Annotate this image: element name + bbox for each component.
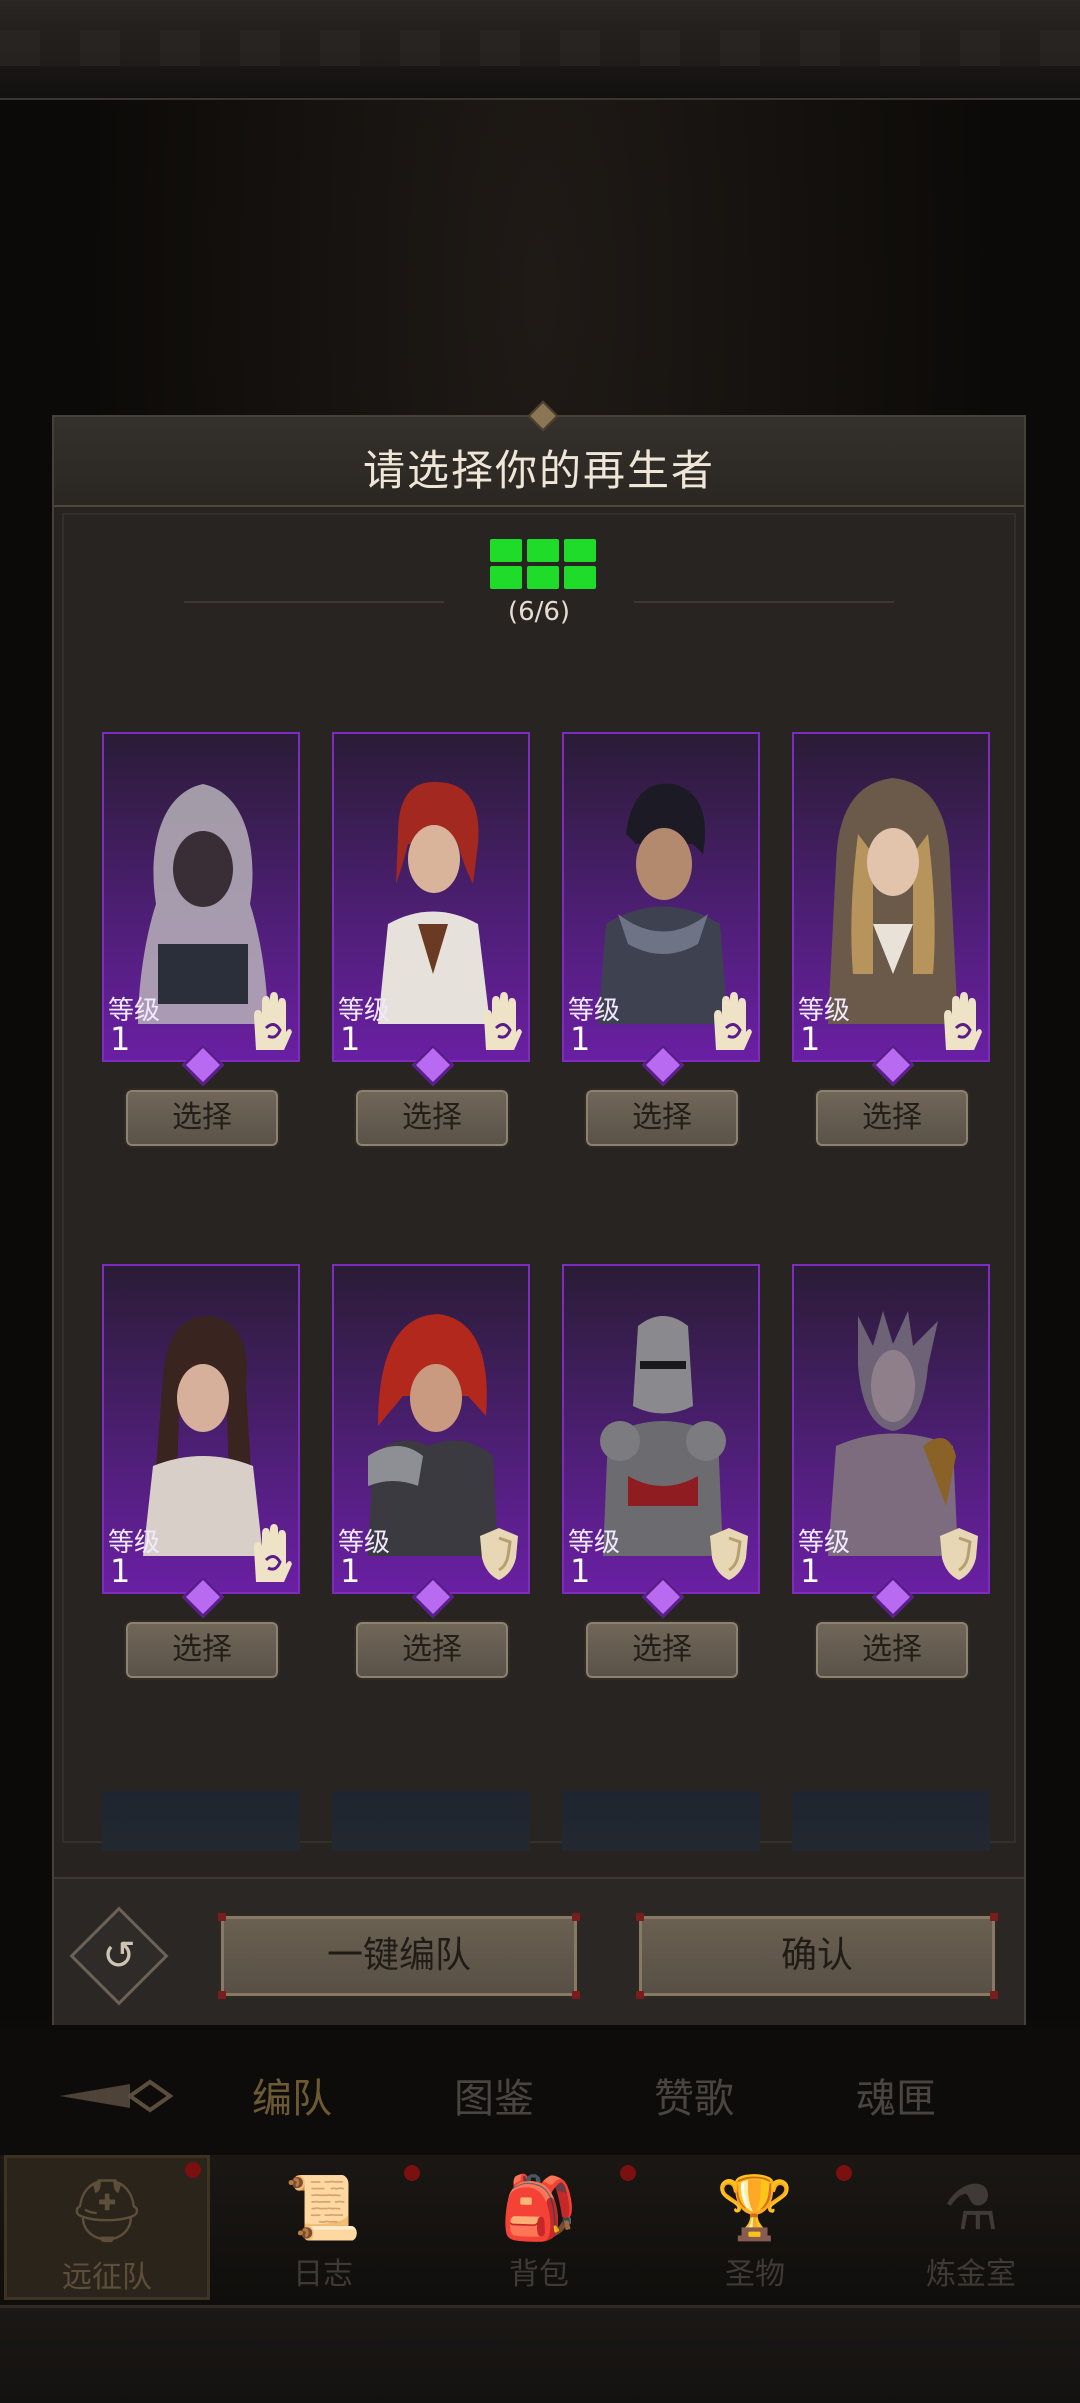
slot-filled: [527, 566, 559, 589]
corner-ornament: [572, 1913, 580, 1921]
select-button[interactable]: 选择: [124, 1088, 280, 1148]
corner-ornament: [636, 1913, 644, 1921]
nav-journal: 📜 日志: [220, 2155, 426, 2300]
select-button[interactable]: 选择: [584, 1620, 740, 1680]
hero-portrait[interactable]: 等级 1: [102, 1264, 300, 1594]
nav-backpack: 🎒 背包: [436, 2155, 642, 2300]
hand-icon: [484, 992, 522, 1050]
hero-card[interactable]: 等级 1 选择: [562, 732, 760, 1148]
hero-card-partial: [332, 1791, 530, 1851]
slot-filled: [490, 566, 522, 589]
hero-row-partial: [54, 1791, 1004, 1851]
viking-helmet-icon: ⛑: [67, 2174, 147, 2247]
notification-dot: [620, 2165, 636, 2181]
modal-footer: ↺ 一键编队 确认: [54, 1877, 1024, 2025]
corner-ornament: [636, 1991, 644, 1999]
bottom-nav: ⛑ 远征队 📜 日志 🎒 背包 🏆 圣物 ⚗ 炼金室: [0, 2155, 1080, 2305]
tab-hymn: 赞歌: [654, 2076, 734, 2122]
scroll-icon: 📜: [284, 2171, 362, 2244]
tab-soul-box: 魂匣: [856, 2076, 936, 2122]
hero-card[interactable]: 等级 1 选择: [102, 732, 300, 1148]
corner-ornament: [218, 1991, 226, 1999]
backpack-icon: 🎒: [500, 2171, 578, 2244]
chalice-icon: 🏆: [716, 2171, 794, 2244]
hero-card[interactable]: 等级 1 选择: [792, 732, 990, 1148]
hero-card[interactable]: 等级 1 选择: [562, 1264, 760, 1680]
reset-button[interactable]: ↺: [69, 1906, 169, 2006]
shield-icon: [940, 1528, 978, 1580]
select-button[interactable]: 选择: [354, 1088, 510, 1148]
alchemy-symbol-icon: ⚗: [943, 2171, 999, 2244]
hero-card-partial: [792, 1791, 990, 1851]
tab-formation: 编队: [252, 2076, 332, 2122]
slot-filled: [527, 539, 559, 562]
hero-portrait[interactable]: 等级 1: [792, 732, 990, 1062]
bottom-ornament-bar: [0, 2305, 1080, 2403]
shield-icon: [710, 1528, 748, 1580]
shield-icon: [480, 1528, 518, 1580]
hooded-blonde-portrait: [828, 778, 958, 1024]
auto-team-button[interactable]: 一键编队: [218, 1913, 580, 1999]
select-button[interactable]: 选择: [814, 1088, 970, 1148]
hero-portrait[interactable]: 等级 1: [332, 732, 530, 1062]
hero-portrait[interactable]: 等级 1: [102, 732, 300, 1062]
slot-filled: [490, 539, 522, 562]
notification-dot: [185, 2162, 201, 2178]
red-haired-rogue-portrait: [378, 781, 490, 1024]
hero-portrait[interactable]: 等级 1: [562, 732, 760, 1062]
corner-ornament: [990, 1913, 998, 1921]
hand-icon: [254, 992, 292, 1050]
armored-knight-portrait: [600, 1316, 726, 1556]
dark-haired-warrior-portrait: [598, 783, 728, 1024]
select-button[interactable]: 选择: [584, 1088, 740, 1148]
hero-card-partial: [102, 1791, 300, 1851]
hero-card-partial: [562, 1791, 760, 1851]
nav-relic: 🏆 圣物: [652, 2155, 858, 2300]
nav-alchemy: ⚗ 炼金室: [926, 2171, 1016, 2293]
dragonborn-portrait: [828, 1311, 958, 1556]
elf-woman-portrait: [143, 1316, 263, 1556]
top-ornament-bar: [0, 0, 1080, 101]
confirm-label: 确认: [780, 1935, 853, 1976]
hand-icon: [714, 992, 752, 1050]
auto-team-label: 一键编队: [326, 1935, 471, 1976]
hero-portrait[interactable]: 等级 1: [792, 1264, 990, 1594]
hero-portrait[interactable]: 等级 1: [562, 1264, 760, 1594]
red-haired-warrior-portrait: [368, 1314, 498, 1556]
hero-select-modal: 请选择你的再生者 (6/6) 等级 1 选择 等级 1 选择 等级 1 选择 等…: [52, 400, 1026, 2025]
top-ornament-pattern: [0, 30, 1080, 66]
background-tab-row: 编队 图鉴 赞歌 魂匣: [0, 2030, 1080, 2160]
corner-ornament: [572, 1991, 580, 1999]
select-button[interactable]: 选择: [814, 1620, 970, 1680]
hero-card[interactable]: 等级 1 选择: [332, 732, 530, 1148]
modal-title: 请选择你的再生者: [362, 446, 715, 495]
tab-codex: 图鉴: [454, 2076, 534, 2122]
hero-portrait[interactable]: 等级 1: [332, 1264, 530, 1594]
hooded-assassin-portrait: [138, 784, 268, 1024]
slot-count: (6/6): [507, 597, 571, 627]
corner-ornament: [990, 1991, 998, 1999]
corner-ornament: [218, 1913, 226, 1921]
team-slots-indicator: [490, 539, 598, 591]
back-arrow-icon: [60, 2079, 174, 2113]
hero-card[interactable]: 等级 1 选择: [102, 1264, 300, 1680]
slot-filled: [564, 539, 596, 562]
nav-expedition: ⛑ 远征队: [4, 2155, 210, 2300]
confirm-button[interactable]: 确认: [636, 1913, 998, 1999]
hero-card[interactable]: 等级 1 选择: [332, 1264, 530, 1680]
slot-filled: [564, 566, 596, 589]
select-button[interactable]: 选择: [124, 1620, 280, 1680]
notification-dot: [836, 2165, 852, 2181]
notification-dot: [404, 2165, 420, 2181]
undo-arrow-icon: ↺: [102, 1933, 136, 1979]
hand-icon: [944, 992, 982, 1050]
modal-header: 请选择你的再生者: [54, 400, 1024, 507]
hand-icon: [254, 1524, 292, 1582]
select-button[interactable]: 选择: [354, 1620, 510, 1680]
hero-card[interactable]: 等级 1 选择: [792, 1264, 990, 1680]
